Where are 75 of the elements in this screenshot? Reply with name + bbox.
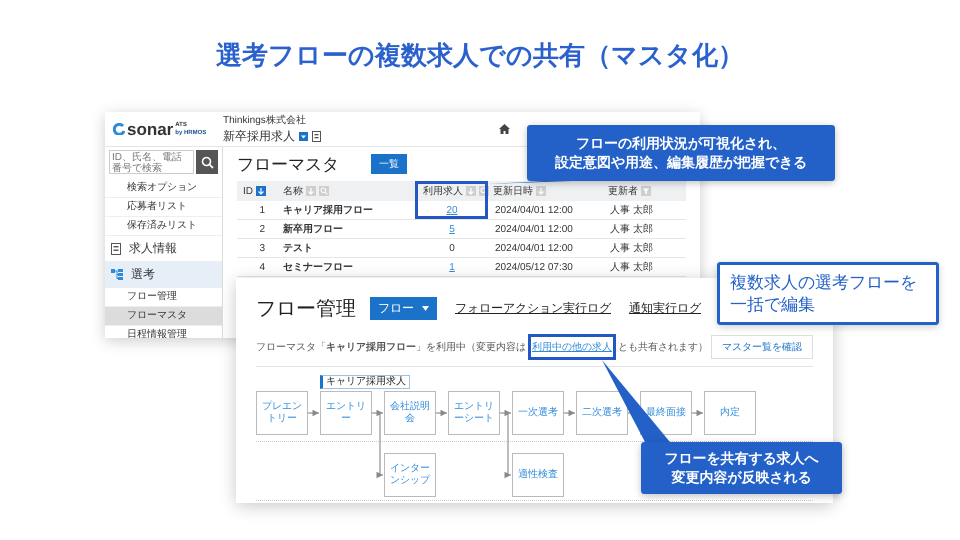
table-cell-text: キャリア採用フロー [282, 204, 374, 217]
notice-text: とも共有されます） [618, 340, 708, 354]
connector-arrow [564, 410, 575, 416]
table-cell-text: 新卒用フロー [282, 222, 344, 236]
log-link[interactable]: フォローアクション実行ログ [455, 300, 611, 316]
table-cell: 0 [449, 242, 455, 254]
callout-text: フローの利用状況が可視化され、 [576, 134, 786, 153]
connector-arrow [308, 410, 319, 416]
sidebar-item[interactable]: 保存済みリスト [105, 217, 222, 236]
flow-dropdown[interactable]: フロー [370, 296, 437, 320]
connector-arrow [692, 410, 703, 416]
table-cell-text: 2 [258, 224, 266, 234]
caret-icon [422, 306, 429, 310]
table-cell-text: 1 [258, 204, 266, 216]
master-list-button[interactable]: マスター覧を確認 [711, 335, 813, 359]
sidebar-item[interactable]: フローマスタ [105, 307, 222, 326]
notice-text: フローマスタ「キャリア採用フロー」を利用中（変更内容は [256, 340, 526, 354]
page-heading: フロー管理 [256, 296, 356, 322]
sidebar-item[interactable]: 応募者リスト [105, 198, 222, 217]
table-cell-text: 人事 太郎 [609, 204, 654, 217]
column-header: 利用求人 [423, 184, 463, 198]
list-view-button[interactable]: 一覧 [371, 154, 407, 174]
flow-step[interactable]: 会社説明会 [384, 391, 436, 435]
table-cell-text: 3 [258, 242, 266, 254]
callout-text: フローを共有する求人へ [664, 449, 818, 468]
tree-icon [111, 269, 123, 280]
search-field[interactable]: ID、氏名、電話番号で検索 [109, 150, 194, 174]
flow-step[interactable]: プレエントリー [256, 391, 308, 435]
flow-step[interactable]: インターンシップ [384, 453, 436, 497]
usage-link[interactable]: 1 [449, 262, 455, 272]
table-cell-text: 2024/04/01 12:00 [494, 204, 574, 216]
callout-text: 変更内容が反映される [672, 468, 812, 487]
flow-tag: キャリア採用求人 [320, 375, 410, 389]
connector-arrow [436, 410, 447, 416]
slide-title: 選考フローの複数求人での共有（マスタ化） [215, 39, 745, 72]
usage-link[interactable]: 5 [449, 224, 455, 234]
log-link[interactable]: 通知実行ログ [629, 300, 701, 316]
flow-step[interactable]: 内定 [704, 391, 756, 435]
table-cell-text: 2024/04/01 12:00 [494, 242, 574, 254]
usage-link[interactable]: 20 [446, 204, 458, 216]
search-button[interactable] [196, 150, 218, 174]
table-cell-text: テスト [282, 242, 314, 255]
flow-step[interactable]: エントリーシート [448, 391, 500, 435]
job-name: 新卒採用求人 [223, 128, 295, 145]
column-header: 更新日時 [493, 184, 533, 198]
callout-text: 一括で編集 [730, 294, 815, 316]
sidebar-item[interactable]: 日程情報管理 [105, 326, 222, 338]
column-header: 名称 [283, 185, 303, 198]
callout-text: 設定意図や用途、編集履歴が把握できる [555, 153, 807, 172]
flow-step[interactable]: 適性検査 [512, 453, 564, 497]
shared-jobs-link[interactable]: 利用中の他の求人 [532, 340, 612, 354]
document-icon [111, 242, 121, 254]
dropdown-icon[interactable] [299, 132, 308, 141]
logo-mark-icon [113, 123, 125, 135]
table-cell-text: 2024/04/01 12:00 [494, 224, 574, 234]
table-cell-text: 人事 太郎 [609, 260, 654, 274]
search-icon [200, 156, 214, 168]
table-cell-text: 人事 太郎 [609, 222, 654, 236]
table-cell-text: 人事 太郎 [609, 242, 654, 255]
home-icon[interactable] [499, 124, 510, 134]
sidebar-item[interactable]: 検索オプション [105, 179, 222, 198]
flow-step[interactable]: エントリー [320, 391, 372, 435]
column-header: 更新者 [608, 184, 638, 198]
column-header: ID [243, 186, 253, 196]
callout-text: 複数求人の選考フローを [730, 272, 917, 294]
table-cell-text: セミナーフロー [282, 261, 354, 274]
sidebar-section[interactable]: 選考 [105, 262, 222, 288]
brand-name: sonar [127, 120, 174, 138]
company-name: Thinkings株式会社 [223, 114, 307, 127]
table-cell-text: 2024/05/12 07:30 [494, 262, 574, 272]
flow-step[interactable]: 二次選考 [576, 391, 628, 435]
page-heading: フローマスタ [237, 154, 339, 176]
table-cell-text: 4 [258, 262, 266, 272]
sort-icon[interactable] [256, 186, 266, 196]
flow-step[interactable]: 一次選考 [512, 391, 564, 435]
